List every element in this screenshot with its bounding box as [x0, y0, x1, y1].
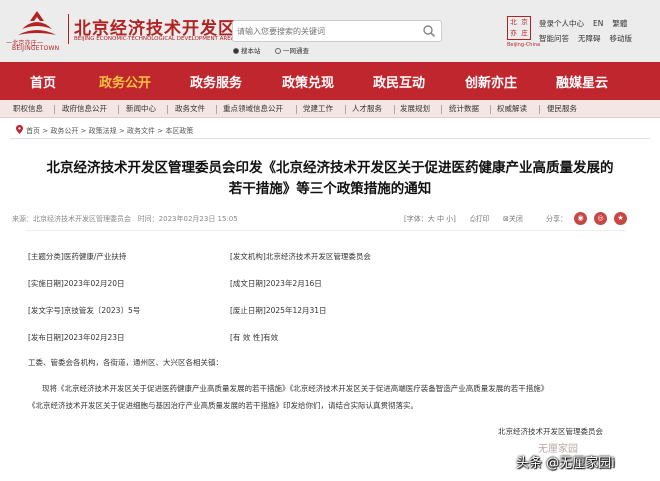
scope-site-label: 搜本站 — [241, 47, 261, 55]
logo-divider — [68, 14, 69, 44]
subnav-item[interactable]: 党建工作 — [303, 103, 333, 114]
accessibility-link[interactable]: 无障碍 — [578, 34, 601, 43]
gov-badge-char: 庄 — [521, 29, 528, 37]
subnav-item[interactable]: 便民服务 — [547, 103, 577, 114]
scope-network-label: 一网通查 — [283, 47, 309, 55]
subnav-item[interactable]: 新闻中心 — [126, 103, 156, 114]
nav-media-cloud[interactable]: 融媒星云 — [556, 72, 608, 91]
info-publish-date: [发布日期]2023年02月23日 — [28, 333, 125, 342]
info-theme: [主题分类]医药健康/产业扶持 — [28, 252, 127, 261]
subnav-item[interactable]: 统计数据 — [449, 103, 479, 114]
subnav-divider — [394, 105, 395, 114]
document-info-table: [主题分类]医药健康/产业扶持 [发文机构]北京经济技术开发区管理委员会 [实施… — [26, 230, 626, 346]
scope-network-radio[interactable]: 一网通查 — [275, 45, 309, 55]
subnav-item[interactable]: 人才服务 — [352, 103, 382, 114]
breadcrumb-separator: > — [116, 127, 127, 135]
breadcrumb-separator: > — [40, 127, 51, 135]
nav-gov-affairs-open[interactable]: 政务公开 — [99, 72, 151, 91]
traditional-link[interactable]: 繁體 — [612, 19, 627, 28]
nav-public-interaction[interactable]: 政民互动 — [373, 72, 425, 91]
breadcrumb-separator: > — [154, 127, 166, 135]
scope-site-radio[interactable]: 搜本站 — [233, 45, 261, 55]
subnav-divider — [539, 105, 540, 114]
article-source: 来源：北京经济技术开发区管理委员会 — [12, 215, 131, 223]
breadcrumb-current[interactable]: 本区政策 — [165, 127, 193, 135]
radio-unselected-icon — [275, 48, 281, 54]
breadcrumb-home[interactable]: 首页 — [26, 127, 40, 135]
subnav-divider — [490, 105, 491, 114]
subnav-divider — [167, 105, 168, 114]
top-links-row1: 登录个人中心 EN 繁體 — [539, 18, 636, 29]
subnav-divider — [296, 105, 297, 114]
subnav-item[interactable]: 职权信息 — [13, 103, 43, 114]
article-meta: 来源：北京经济技术开发区管理委员会 时间：2023年02月23日 15:05 — [12, 214, 238, 224]
subnav-item[interactable]: 权威解读 — [497, 103, 527, 114]
breadcrumb: 首页 > 政务公开 > 政策法规 > 政务文件 > 本区政策 — [16, 125, 193, 136]
breadcrumb-policy[interactable]: 政策法规 — [89, 127, 117, 135]
nav-home[interactable]: 首页 — [30, 72, 56, 91]
location-pin-icon — [16, 125, 23, 134]
breadcrumb-docs[interactable]: 政务文件 — [127, 127, 155, 135]
search-icon[interactable] — [422, 24, 436, 38]
mobile-link[interactable]: 移动版 — [610, 34, 633, 43]
search-input[interactable] — [237, 23, 417, 39]
info-issuer: [发文机构]北京经济技术开发区管理委员会 — [230, 252, 371, 261]
share-qzone-icon[interactable]: ★ — [614, 212, 627, 225]
nav-innovation-yizhuang[interactable]: 创新亦庄 — [465, 72, 517, 91]
nav-gov-services[interactable]: 政务服务 — [190, 72, 242, 91]
gov-badge-char: 亦 — [510, 29, 517, 37]
smart-qa-link[interactable]: 智能问答 — [539, 34, 569, 43]
subnav-item[interactable]: 政务文件 — [175, 103, 205, 114]
gov-badge-char: 京 — [521, 18, 528, 26]
close-label: 关闭 — [508, 215, 523, 223]
info-implement-date: [实施日期]2023年02月20日 — [28, 279, 125, 288]
breadcrumb-separator: > — [78, 127, 89, 135]
radio-selected-icon — [233, 48, 239, 54]
main-nav: 首页 政务公开 政务服务 政策兑现 政民互动 创新亦庄 融媒星云 — [0, 62, 660, 100]
signature: 北京经济技术开发区管理委员会 — [498, 427, 603, 436]
login-link[interactable]: 登录个人中心 — [539, 19, 584, 28]
watermark-bottom: 头条 @无厘家园i — [516, 456, 615, 471]
breadcrumb-gov-affairs[interactable]: 政务公开 — [50, 127, 78, 135]
subnav-divider — [54, 105, 55, 114]
info-written-date: [成文日期]2023年2月16日 — [230, 279, 322, 288]
subnav-item[interactable]: 政府信息公开 — [62, 103, 107, 114]
search-box — [232, 20, 442, 42]
subnav-item[interactable]: 发展规划 — [400, 103, 430, 114]
gov-badge[interactable]: 北 京 亦 庄 — [507, 16, 531, 40]
info-expiry-date: [废止日期]2025年12月31日 — [230, 306, 327, 315]
subnav-item[interactable]: 重点领域信息公开 — [223, 103, 283, 114]
site-title-en: BEIJING ECONOMIC-TECHNOLOGICAL DEVELOPME… — [74, 36, 235, 42]
article-title: 北京经济技术开发区管理委员会印发《北京经济技术开发区关于促进医药健康产业高质量发… — [16, 158, 644, 200]
share-weibo-icon[interactable]: ◉ — [574, 212, 587, 225]
share-label: 分享： — [546, 215, 567, 223]
gov-badge-caption: Beijing-China — [507, 42, 541, 48]
subnav-divider — [441, 105, 442, 114]
english-link[interactable]: EN — [593, 19, 603, 28]
article-title-line1: 北京经济技术开发区管理委员会印发《北京经济技术开发区关于促进医药健康产业高质量发… — [46, 160, 614, 176]
info-validity: [有 效 性]有效 — [230, 333, 279, 342]
print-label: 打印 — [475, 215, 490, 223]
subnav-divider — [118, 105, 119, 114]
share-wechat-icon[interactable]: ◎ — [594, 212, 607, 225]
article-time: 时间：2023年02月23日 15:05 — [137, 215, 238, 223]
article-title-line2: 若干措施》等三个政策措施的通知 — [228, 181, 432, 197]
top-links-row2: 智能问答 无障碍 移动版 — [539, 33, 641, 44]
site-header: 一北京亦庄一 BEIJINGETOWN 北京经济技术开发区 BEIJING EC… — [0, 0, 660, 62]
body-paragraph-line1: 现将《北京经济技术开发区关于促进医药健康产业高质量发展的若干措施》《北京经济技术… — [42, 384, 549, 393]
subnav-divider — [216, 105, 217, 114]
body-salutation: 工委、管委会各机构，各街道，通州区、大兴区各相关镇： — [28, 358, 223, 367]
font-size-switch[interactable]: [字体：大 中 小] — [404, 214, 456, 224]
gov-badge-char: 北 — [510, 18, 517, 26]
sub-nav: 职权信息 政府信息公开 新闻中心 政务文件 重点领域信息公开 党建工作 人才服务… — [0, 100, 660, 118]
nav-policy-fulfillment[interactable]: 政策兑现 — [282, 72, 334, 91]
breadcrumb-divider — [10, 138, 650, 139]
subnav-divider — [345, 105, 346, 114]
logo-subtitle-en: BEIJINGETOWN — [12, 45, 60, 52]
print-button[interactable]: ⎙打印 — [470, 214, 490, 224]
info-doc-number: [发文字号]京技管发〔2023〕5号 — [28, 306, 141, 315]
close-button[interactable]: ⊠关闭 — [503, 214, 523, 224]
body-paragraph-line2: 《北京经济技术开发区关于促进细胞与基因治疗产业高质量发展的若干措施》印发给你们，… — [28, 401, 418, 410]
